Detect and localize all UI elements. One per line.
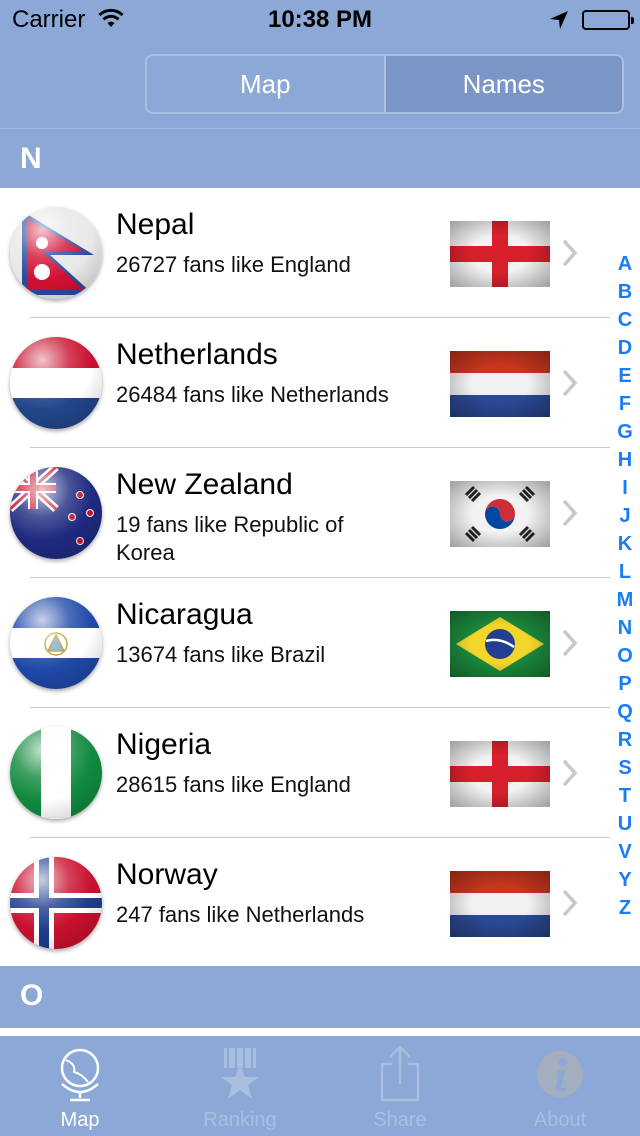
index-letter[interactable]: K xyxy=(612,530,638,558)
view-segmented-control: Map Names xyxy=(145,54,624,114)
netherlands-flag-icon xyxy=(450,351,550,417)
index-letter[interactable]: N xyxy=(612,614,638,642)
nav-bar: Map Names xyxy=(0,40,640,128)
country-name: New Zealand xyxy=(116,468,293,501)
list-item[interactable]: Nicaragua 13674 fans like Brazil xyxy=(0,578,640,708)
section-header-o: O xyxy=(0,966,640,1028)
tab-about[interactable]: About xyxy=(480,1036,640,1136)
england-flag-icon xyxy=(450,221,550,287)
index-letter[interactable]: T xyxy=(612,782,638,810)
section-header-n: N xyxy=(0,128,640,188)
index-letter[interactable]: H xyxy=(612,446,638,474)
new-zealand-flag-ball-icon xyxy=(10,467,102,559)
tab-label: Ranking xyxy=(203,1109,277,1131)
fans-text: 247 fans like Netherlands xyxy=(116,902,365,927)
list-item[interactable]: Netherlands 26484 fans like Netherlands xyxy=(0,318,640,448)
country-name: Nigeria xyxy=(116,728,212,761)
index-letter[interactable]: A xyxy=(612,250,638,278)
index-letter[interactable]: R xyxy=(612,726,638,754)
chevron-right-icon xyxy=(562,760,578,791)
south-korea-flag-icon xyxy=(450,481,550,547)
index-letter[interactable]: G xyxy=(612,418,638,446)
globe-icon xyxy=(56,1044,104,1109)
norway-flag-ball-icon xyxy=(10,857,102,949)
index-letter[interactable]: D xyxy=(612,334,638,362)
index-letter[interactable]: I xyxy=(612,474,638,502)
chevron-right-icon xyxy=(562,240,578,271)
netherlands-flag-ball-icon xyxy=(10,337,102,429)
index-letter[interactable]: S xyxy=(612,754,638,782)
country-name: Nicaragua xyxy=(116,598,253,631)
nepal-flag-ball-icon xyxy=(10,207,102,299)
country-list: Nepal 26727 fans like England Netherland… xyxy=(0,188,640,966)
fans-text: 26727 fans like England xyxy=(116,252,351,277)
index-letter[interactable]: Z xyxy=(612,894,638,922)
index-letter[interactable]: Y xyxy=(612,866,638,894)
country-name: Norway xyxy=(116,858,218,891)
info-icon xyxy=(536,1044,584,1109)
share-icon xyxy=(376,1044,424,1109)
fans-text: 13674 fans like Brazil xyxy=(116,642,326,667)
tab-share[interactable]: Share xyxy=(320,1036,480,1136)
index-letter[interactable]: C xyxy=(612,306,638,334)
list-item[interactable]: Nepal 26727 fans like England xyxy=(0,188,640,318)
country-name: Netherlands xyxy=(116,338,278,371)
index-letter[interactable]: E xyxy=(612,362,638,390)
chevron-right-icon xyxy=(562,500,578,531)
index-letter[interactable]: Q xyxy=(612,698,638,726)
tab-label: Share xyxy=(373,1109,427,1131)
index-letter[interactable]: L xyxy=(612,558,638,586)
location-arrow-icon xyxy=(548,9,570,36)
netherlands-flag-icon xyxy=(450,871,550,937)
index-letter[interactable]: F xyxy=(612,390,638,418)
clock: 10:38 PM xyxy=(267,6,373,33)
chevron-right-icon xyxy=(562,890,578,921)
tab-label: Map xyxy=(60,1109,100,1131)
index-letter[interactable]: P xyxy=(612,670,638,698)
segment-map[interactable]: Map xyxy=(147,56,384,112)
tab-label: About xyxy=(533,1109,587,1131)
chevron-right-icon xyxy=(562,630,578,661)
fans-text: 26484 fans like Netherlands xyxy=(116,382,389,407)
index-letter[interactable]: M xyxy=(612,586,638,614)
status-bar: Carrier 10:38 PM xyxy=(0,0,640,40)
fans-text: 19 fans like Republic of Korea xyxy=(116,512,344,565)
fans-text: 28615 fans like England xyxy=(116,772,351,797)
brazil-flag-icon xyxy=(450,611,550,677)
segment-names[interactable]: Names xyxy=(383,56,622,112)
index-letter[interactable]: O xyxy=(612,642,638,670)
nigeria-flag-ball-icon xyxy=(10,727,102,819)
index-letter[interactable]: B xyxy=(612,278,638,306)
battery-icon xyxy=(582,10,634,30)
index-letter[interactable]: U xyxy=(612,810,638,838)
country-name: Nepal xyxy=(116,208,195,241)
section-index[interactable]: ABCDEFGHIJKLMNOPQRSTUVYZ xyxy=(612,250,638,922)
nicaragua-flag-ball-icon xyxy=(10,597,102,689)
chevron-right-icon xyxy=(562,370,578,401)
tab-bar: Map Ranking Share About xyxy=(0,1028,640,1136)
index-letter[interactable]: V xyxy=(612,838,638,866)
list-item[interactable]: New Zealand 19 fans like Republic of Kor… xyxy=(0,448,640,578)
tab-ranking[interactable]: Ranking xyxy=(160,1036,320,1136)
england-flag-icon xyxy=(450,741,550,807)
list-item[interactable]: Nigeria 28615 fans like England xyxy=(0,708,640,838)
index-letter[interactable]: J xyxy=(612,502,638,530)
ranking-star-icon xyxy=(216,1044,264,1109)
list-item[interactable]: Norway 247 fans like Netherlands xyxy=(0,838,640,968)
tab-map[interactable]: Map xyxy=(0,1036,160,1136)
